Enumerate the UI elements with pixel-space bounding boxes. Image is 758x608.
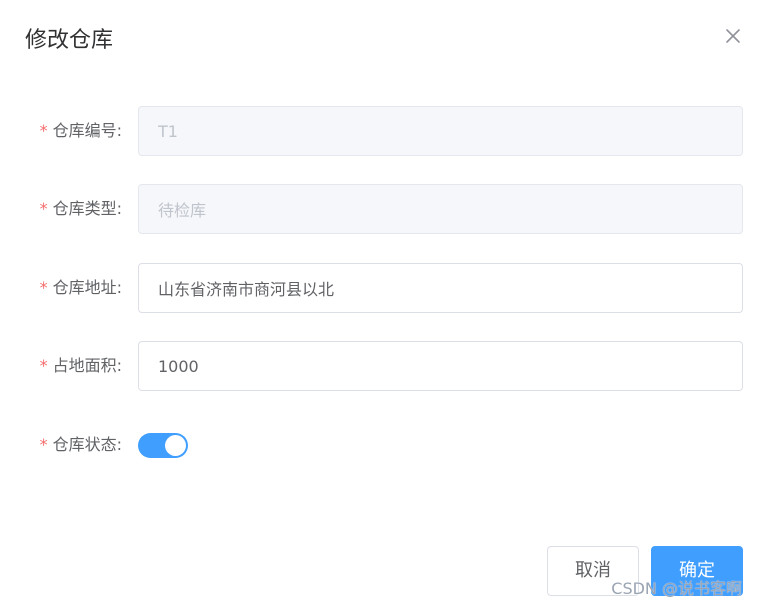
- form-row-floor-area: * 占地面积:: [0, 341, 758, 391]
- edit-warehouse-dialog: 修改仓库 *仓库编号: *仓库类型: *仓库地址: *占地面积:: [0, 0, 758, 608]
- warehouse-type-input[interactable]: [138, 184, 743, 234]
- required-mark: *: [39, 435, 48, 454]
- required-mark: *: [39, 278, 48, 297]
- close-icon: [726, 29, 740, 43]
- form-row-warehouse-code: * 仓库编号:: [0, 106, 758, 156]
- warehouse-type-label-text: 仓库类型:: [52, 199, 122, 218]
- form-row-warehouse-type: * 仓库类型:: [0, 184, 758, 234]
- form-row-warehouse-status: * 仓库状态:: [0, 420, 758, 470]
- dialog-title: 修改仓库: [25, 28, 114, 53]
- warehouse-status-switch[interactable]: [138, 433, 188, 458]
- warehouse-code-label: * 仓库编号:: [40, 106, 122, 156]
- switch-knob: [165, 435, 186, 456]
- warehouse-code-label-text: 仓库编号:: [52, 121, 122, 140]
- required-mark: *: [39, 356, 48, 375]
- warehouse-type-label: * 仓库类型:: [40, 184, 122, 234]
- warehouse-status-label-text: 仓库状态:: [52, 435, 122, 454]
- floor-area-label: * 占地面积:: [40, 341, 122, 391]
- cancel-button[interactable]: 取消: [547, 546, 639, 596]
- floor-area-label-text: 占地面积:: [52, 356, 122, 375]
- warehouse-address-input[interactable]: [138, 263, 743, 313]
- dialog-header: 修改仓库: [0, 0, 758, 84]
- warehouse-code-input[interactable]: [138, 106, 743, 156]
- close-button[interactable]: [722, 25, 744, 47]
- floor-area-input[interactable]: [138, 341, 743, 391]
- confirm-button[interactable]: 确定: [651, 546, 743, 596]
- required-mark: *: [39, 199, 48, 218]
- warehouse-address-label: * 仓库地址:: [40, 263, 122, 313]
- warehouse-status-label: * 仓库状态:: [40, 420, 122, 470]
- required-mark: *: [39, 121, 48, 140]
- form-row-warehouse-address: * 仓库地址:: [0, 263, 758, 313]
- warehouse-address-label-text: 仓库地址:: [52, 278, 122, 297]
